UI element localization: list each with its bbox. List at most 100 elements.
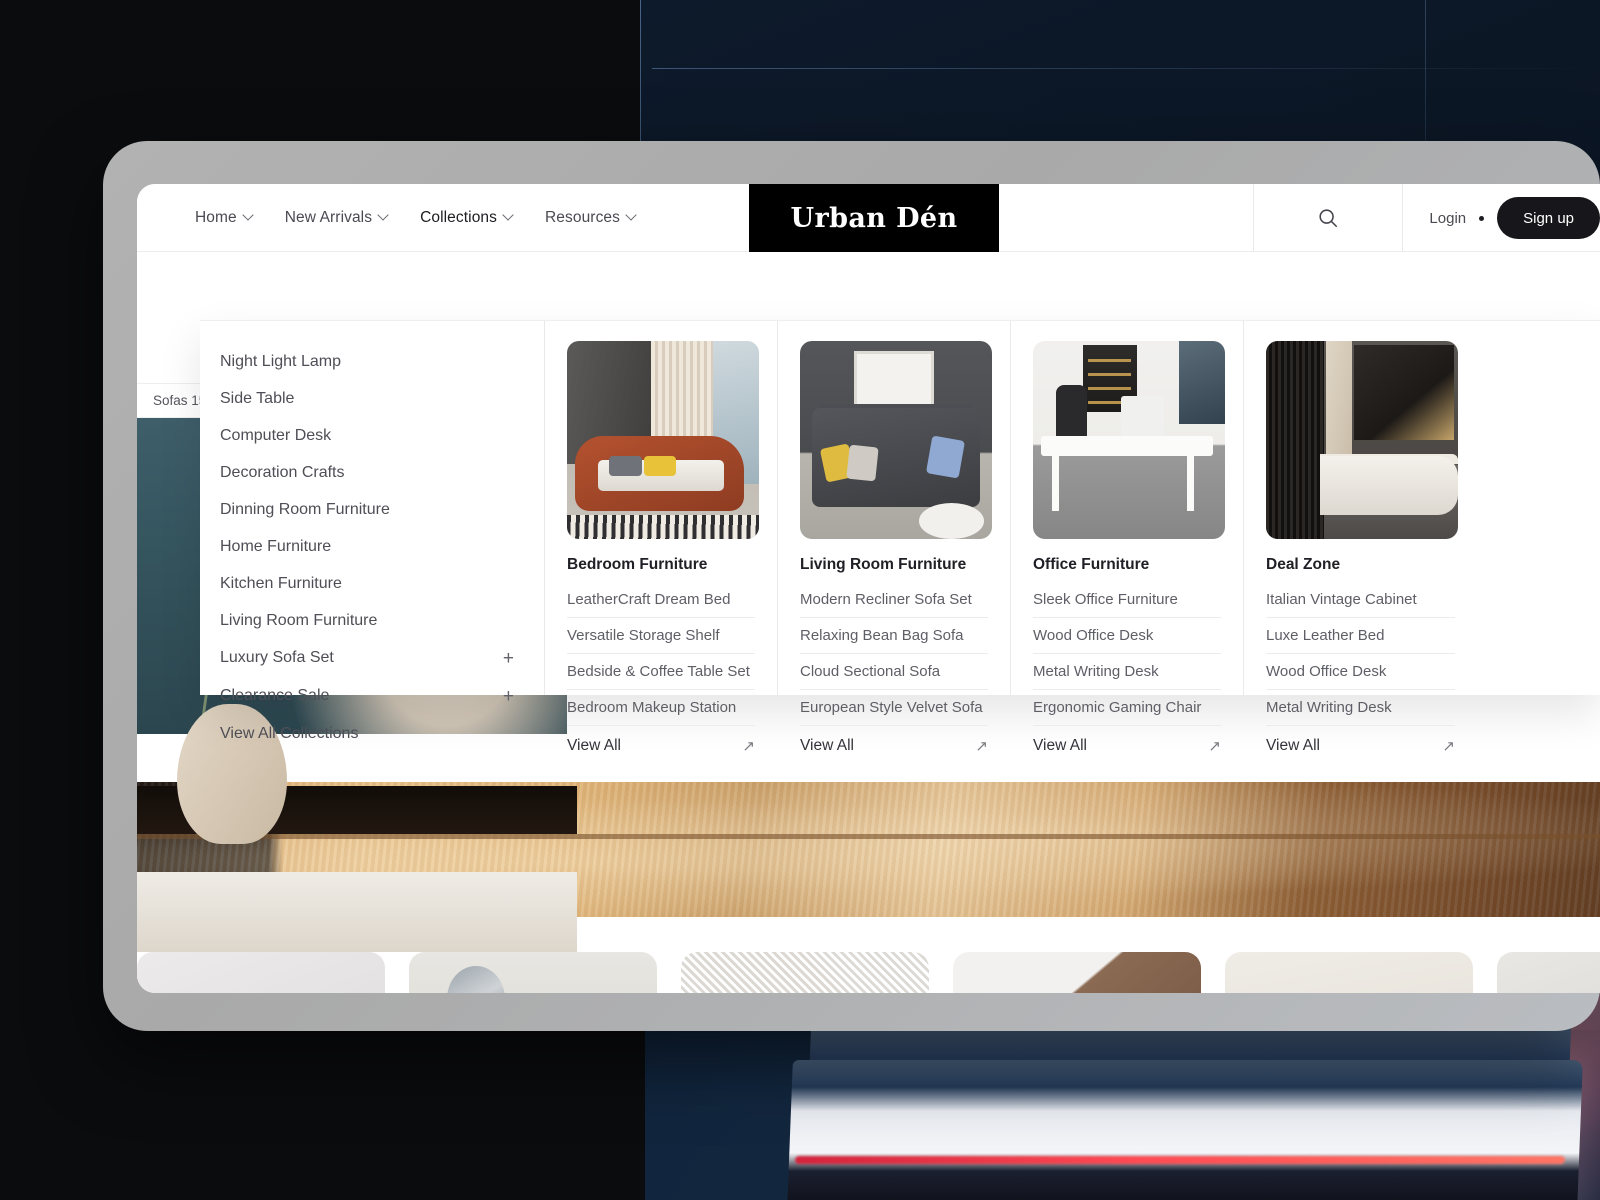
mega-category-label: Dinning Room Furniture (220, 500, 390, 518)
image-office-chair (1056, 384, 1087, 440)
deal-zone-image[interactable] (1266, 341, 1458, 539)
auth-actions: Login Sign up (1403, 197, 1600, 239)
image-wall-art (853, 350, 935, 411)
chevron-down-icon (244, 211, 253, 220)
carousel-item[interactable] (409, 952, 657, 993)
device-frame: Home New Arrivals Collections Resources (103, 141, 1600, 1031)
hero-counter (137, 872, 577, 952)
column-view-all-link[interactable]: View All ↗ (567, 726, 755, 755)
nav-item-collections[interactable]: Collections (420, 209, 513, 227)
mega-column-deal-zone: Deal Zone Italian Vintage Cabinet Luxe L… (1244, 321, 1477, 755)
column-link[interactable]: Bedroom Makeup Station (567, 690, 755, 726)
column-view-all-link[interactable]: View All ↗ (800, 726, 988, 755)
view-all-label: View All (1266, 737, 1320, 754)
column-link[interactable]: Cloud Sectional Sofa (800, 654, 988, 690)
image-pillow-yellow (643, 455, 677, 476)
mega-category-label: Decoration Crafts (220, 463, 345, 481)
carousel-item[interactable] (137, 952, 385, 993)
brand-logo[interactable]: Urban Dén (749, 184, 999, 252)
image-desk-top (1040, 436, 1214, 456)
carousel-item[interactable] (953, 952, 1201, 993)
column-link[interactable]: Bedside & Coffee Table Set (567, 654, 755, 690)
carousel-item[interactable] (681, 952, 929, 993)
backdrop-device-slab (787, 1060, 1583, 1200)
mega-category-label: Clearance Sale (220, 687, 330, 704)
column-link[interactable]: Wood Office Desk (1033, 618, 1221, 654)
arrow-up-right-icon: ↗ (1208, 738, 1221, 755)
image-rug (567, 515, 759, 539)
expand-plus-icon[interactable]: + (503, 649, 514, 668)
column-title: Bedroom Furniture (567, 556, 708, 573)
column-link[interactable]: Italian Vintage Cabinet (1266, 582, 1455, 618)
mega-menu-category-list: Night Light Lamp Side Table Computer Des… (200, 321, 545, 742)
image-cabinet (1319, 455, 1458, 516)
mega-category-luxury-sofa-set[interactable]: Luxury Sofa Set + (220, 639, 544, 677)
auth-separator-dot (1479, 215, 1485, 221)
search-button[interactable] (1253, 184, 1404, 252)
column-link[interactable]: Metal Writing Desk (1266, 690, 1455, 726)
mega-category-computer-desk[interactable]: Computer Desk (220, 417, 544, 454)
mega-category-dinning-room-furniture[interactable]: Dinning Room Furniture (220, 491, 544, 528)
hero-edge-line (137, 834, 1600, 839)
image-pillow-blue (925, 435, 965, 479)
page-content: Sofas 15% Night Light Lamp Side Table Co… (137, 252, 1600, 993)
login-link[interactable]: Login (1429, 210, 1466, 227)
mega-category-side-table[interactable]: Side Table (220, 380, 544, 417)
thumbnail-carousel[interactable] (137, 952, 1600, 993)
nav-item-resources[interactable]: Resources (545, 209, 636, 227)
primary-navigation: Home New Arrivals Collections Resources (137, 209, 636, 227)
signup-button[interactable]: Sign up (1497, 197, 1600, 239)
arrow-up-right-icon: ↗ (742, 738, 755, 755)
column-link[interactable]: Metal Writing Desk (1033, 654, 1221, 690)
mega-category-decoration-crafts[interactable]: Decoration Crafts (220, 454, 544, 491)
column-link[interactable]: Modern Recliner Sofa Set (800, 582, 988, 618)
mega-category-label: Kitchen Furniture (220, 574, 342, 592)
nav-item-label: Home (195, 208, 237, 226)
column-title: Office Furniture (1033, 556, 1150, 573)
mega-category-label: Side Table (220, 389, 295, 407)
office-furniture-image[interactable] (1033, 341, 1225, 539)
column-view-all-link[interactable]: View All ↗ (1266, 726, 1455, 755)
image-coffee-table (919, 503, 985, 539)
column-link[interactable]: Wood Office Desk (1266, 654, 1455, 690)
mega-category-kitchen-furniture[interactable]: Kitchen Furniture (220, 565, 544, 602)
image-pillow-grey (609, 455, 642, 476)
mega-category-night-light-lamp[interactable]: Night Light Lamp (220, 343, 544, 380)
nav-item-label: New Arrivals (284, 208, 373, 226)
view-all-label: View All (567, 737, 621, 754)
column-link[interactable]: Ergonomic Gaming Chair (1033, 690, 1221, 726)
column-title: Deal Zone (1266, 556, 1341, 573)
living-room-furniture-image[interactable] (800, 341, 992, 539)
mega-category-label: Night Light Lamp (220, 352, 341, 370)
column-link[interactable]: European Style Velvet Sofa (800, 690, 988, 726)
collections-mega-menu: Night Light Lamp Side Table Computer Des… (200, 320, 1600, 755)
image-column (1325, 341, 1353, 464)
mega-category-view-all-collections[interactable]: View All Collections (220, 715, 544, 752)
mega-category-clearance-sale[interactable]: Clearance Sale + (220, 677, 544, 715)
image-monitor (1121, 396, 1164, 440)
nav-item-new-arrivals[interactable]: New Arrivals (285, 209, 388, 227)
mega-category-home-furniture[interactable]: Home Furniture (220, 528, 544, 565)
mega-category-label: Computer Desk (220, 426, 332, 444)
column-link[interactable]: Versatile Storage Shelf (567, 618, 755, 654)
carousel-item[interactable] (1225, 952, 1473, 993)
column-link[interactable]: Luxe Leather Bed (1266, 618, 1455, 654)
mega-column-bedroom-furniture: Bedroom Furniture LeatherCraft Dream Bed… (545, 321, 778, 755)
column-view-all-link[interactable]: View All ↗ (1033, 726, 1221, 755)
column-link[interactable]: Relaxing Bean Bag Sofa (800, 618, 988, 654)
nav-item-home[interactable]: Home (195, 209, 253, 227)
image-fluted-wall (1266, 341, 1324, 539)
bedroom-furniture-image[interactable] (567, 341, 759, 539)
mega-category-label: Living Room Furniture (220, 611, 378, 629)
expand-plus-icon[interactable]: + (503, 687, 514, 706)
mega-menu-columns: Bedroom Furniture LeatherCraft Dream Bed… (545, 321, 1600, 755)
column-link[interactable]: LeatherCraft Dream Bed (567, 582, 755, 618)
brand-logo-text: Urban Dén (790, 202, 958, 234)
column-link[interactable]: Sleek Office Furniture (1033, 582, 1221, 618)
chevron-down-icon (627, 211, 636, 220)
carousel-item[interactable] (1497, 952, 1600, 993)
chevron-down-icon (504, 211, 513, 220)
site-header: Home New Arrivals Collections Resources (137, 184, 1600, 252)
mega-category-living-room-furniture[interactable]: Living Room Furniture (220, 602, 544, 639)
search-icon (1319, 209, 1338, 228)
